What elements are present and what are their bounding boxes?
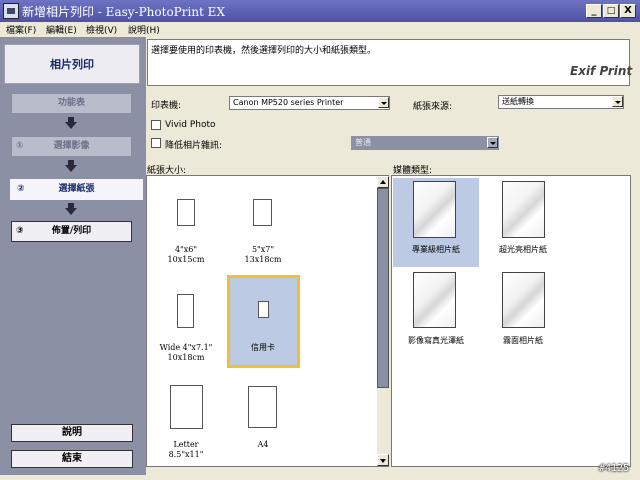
menu-file[interactable]: 檔案(F) — [6, 23, 36, 36]
printer-select[interactable]: Canon MP520 series Printer — [229, 96, 390, 110]
chevron-down-icon — [380, 459, 386, 463]
scroll-down-button[interactable] — [377, 454, 389, 466]
step-number: ③ — [16, 226, 24, 236]
printer-select-value: Canon MP520 series Printer — [233, 98, 344, 107]
minimize-button[interactable]: _ — [586, 4, 602, 18]
chevron-down-icon[interactable] — [487, 137, 498, 148]
noise-level-select[interactable]: 普通 — [351, 136, 499, 150]
step-arrow-icon — [65, 122, 77, 129]
paper-letter-icon[interactable] — [170, 385, 203, 429]
scroll-thumb[interactable] — [377, 188, 389, 388]
noise-level-value: 普通 — [355, 138, 371, 147]
step-menu-button[interactable]: 功能表 — [11, 93, 132, 114]
paper-5x7-icon[interactable] — [253, 199, 272, 226]
paper-size-label: 4"x6" — [174, 245, 198, 254]
sidebar-title: 相片列印 — [50, 58, 94, 71]
paper-credit-card-icon[interactable] — [258, 301, 269, 318]
step-label: 選擇紙張 — [58, 184, 95, 194]
app-icon[interactable] — [3, 3, 19, 19]
step-label: 選擇影像 — [53, 141, 90, 151]
paper-wide-icon[interactable] — [177, 294, 194, 328]
paper-size-label: 信用卡 — [251, 343, 275, 352]
paper-size-sublabel: 8.5"x11" — [168, 450, 204, 459]
watermark: #4125 — [599, 463, 630, 474]
exit-button[interactable]: 結束 — [11, 450, 133, 468]
media-type-label: 霧面相片紙 — [503, 336, 543, 345]
printer-label: 印表機: — [151, 101, 182, 111]
chevron-up-icon — [380, 180, 386, 184]
step-label: 佈置/列印 — [51, 226, 92, 236]
media-pro-photo-icon[interactable] — [413, 181, 456, 238]
step-arrow-icon — [65, 208, 77, 215]
paper-size-label: A4 — [257, 440, 269, 449]
paper-size-sublabel: 13x18cm — [244, 255, 282, 264]
close-button[interactable]: X — [620, 4, 636, 18]
paper-size-sublabel: 10x18cm — [167, 353, 205, 362]
paper-size-label: Letter — [173, 440, 199, 449]
maximize-button[interactable]: □ — [603, 4, 619, 18]
chevron-down-icon[interactable] — [378, 97, 389, 108]
vivid-photo-checkbox[interactable] — [151, 120, 161, 130]
noise-reduction-checkbox[interactable] — [151, 138, 161, 148]
scroll-up-button[interactable] — [377, 176, 389, 188]
paper-source-label: 紙張來源: — [413, 102, 453, 112]
step-arrow-icon — [65, 165, 77, 172]
step-select-paper-button[interactable]: ② 選擇紙張 — [10, 179, 143, 200]
menu-bar: 檔案(F) 編輯(E) 檢視(V) 說明(H) — [0, 22, 640, 36]
step-number: ① — [16, 141, 24, 151]
paper-source-select-value: 送紙轉換 — [502, 97, 534, 106]
paper-size-sublabel: 10x15cm — [167, 255, 205, 264]
media-glossy-icon[interactable] — [502, 181, 545, 238]
media-type-label: 專業級相片紙 — [412, 245, 460, 254]
step-select-image-button[interactable]: ① 選擇影像 — [11, 136, 132, 157]
step-layout-print-button[interactable]: ③ 佈置/列印 — [11, 221, 132, 242]
menu-view[interactable]: 檢視(V) — [86, 23, 117, 36]
paper-size-label: 5"x7" — [251, 245, 275, 254]
paper-4x6-icon[interactable] — [177, 199, 195, 226]
exif-print-logo: Exif Print — [570, 64, 633, 78]
menu-edit[interactable]: 編輯(E) — [46, 23, 77, 36]
paper-size-selection-highlight[interactable] — [227, 275, 300, 368]
media-type-label: 超光亮相片紙 — [499, 245, 547, 254]
step-number: ② — [17, 184, 25, 194]
chevron-down-icon[interactable] — [612, 96, 623, 107]
media-matte-icon[interactable] — [502, 272, 545, 328]
paper-a4-icon[interactable] — [248, 386, 277, 428]
instruction-text: 選擇要使用的印表機，然後選擇列印的大小和紙張類型。 — [151, 46, 377, 56]
window-title: 新增相片列印 - Easy-PhotoPrint EX — [22, 5, 225, 19]
menu-help[interactable]: 說明(H) — [128, 23, 160, 36]
noise-reduction-label: 降低相片雜訊: — [165, 141, 223, 151]
paper-size-label: Wide 4"x7.1" — [159, 343, 213, 352]
paper-source-select[interactable]: 送紙轉換 — [498, 95, 624, 109]
media-type-label: 影像寫真光澤紙 — [408, 336, 464, 345]
help-button[interactable]: 說明 — [11, 424, 133, 442]
vivid-photo-label: Vivid Photo — [165, 120, 216, 130]
media-photo-glossy-icon[interactable] — [413, 272, 456, 328]
